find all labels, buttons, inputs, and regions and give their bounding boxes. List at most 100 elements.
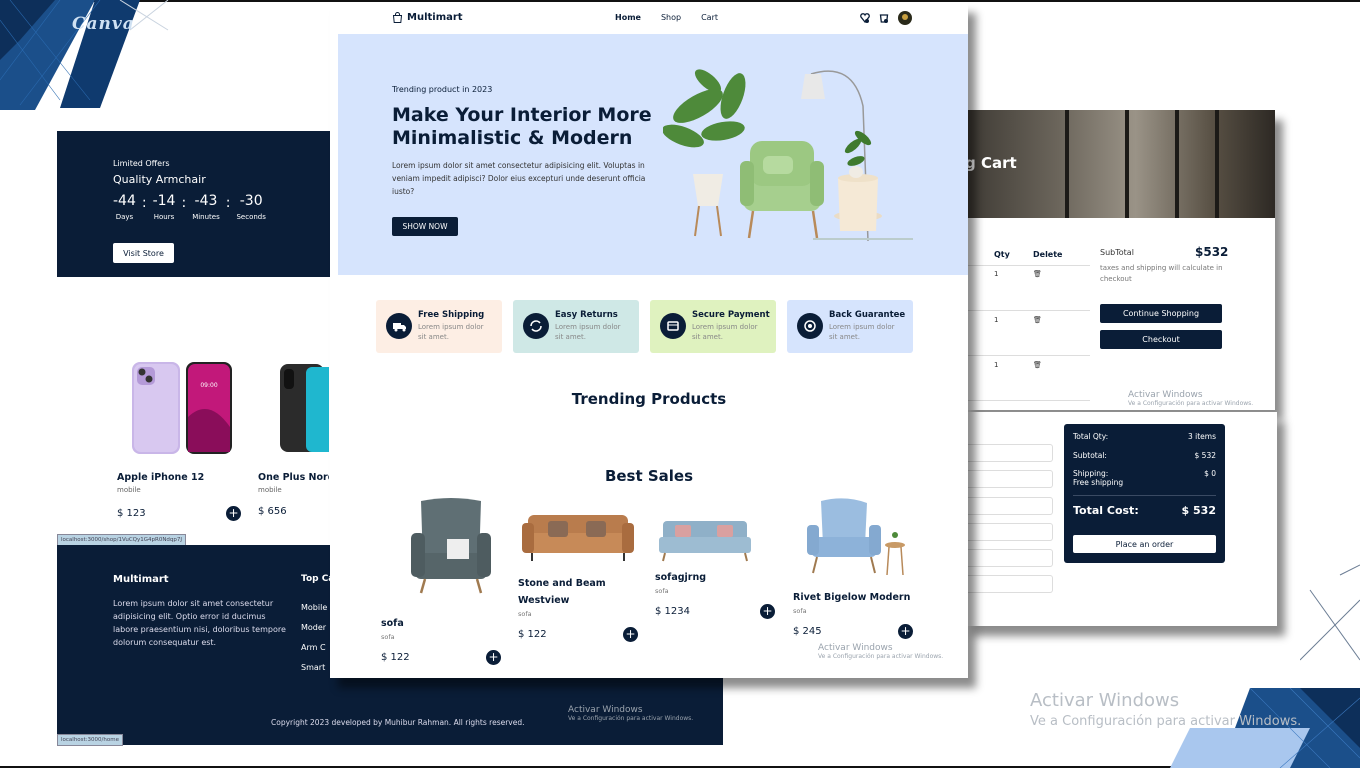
shipping-row: Shipping: Free shipping $ 0 [1073, 469, 1216, 487]
subtotal-value: $532 [1195, 245, 1229, 259]
cart-icon[interactable] [879, 12, 889, 24]
navbar-logo[interactable]: Multimart [392, 12, 463, 23]
place-order-button[interactable]: Place an order [1073, 535, 1216, 553]
avatar[interactable] [898, 11, 912, 25]
add-to-cart-button[interactable]: + [226, 506, 241, 521]
feature-title: Free Shipping [418, 310, 485, 320]
billing-input[interactable] [965, 575, 1053, 593]
product-category: sofa [655, 587, 669, 595]
product-card[interactable]: Stone and Beam Westview sofa $ 122 + [518, 503, 638, 642]
product-card[interactable]: Rivet Bigelow Modern sofa $ 245 + [793, 495, 913, 639]
row-divider [965, 265, 1090, 266]
countdown-days: -44 Days [113, 193, 136, 221]
cart-row-qty: 1 [994, 361, 999, 369]
product-card[interactable]: 09:00 Apple iPhone 12 mobile $ 123 + [117, 352, 241, 521]
trash-icon[interactable]: 🗑 [1033, 270, 1042, 278]
visit-store-button[interactable]: Visit Store [113, 243, 174, 263]
product-name: Stone and Beam Westview [518, 578, 606, 606]
rivet-chair-image [807, 498, 905, 576]
cart-panel: g Cart Qty Delete 1 🗑 1 🗑 1 🗑 SubTotal $… [965, 110, 1275, 410]
feature-card: Free Shipping Lorem ipsum dolor sit amet. [376, 300, 502, 353]
product-card[interactable]: sofagjrng sofa $ 1234 + [655, 513, 775, 619]
nav-home[interactable]: Home [615, 13, 641, 22]
multimart-home-screen: Multimart Home Shop Cart Trending produc… [330, 3, 968, 678]
refresh-icon [523, 313, 549, 339]
add-to-cart-button[interactable]: + [898, 624, 913, 639]
continue-shopping-button[interactable]: Continue Shopping [1100, 304, 1222, 323]
svg-text:09:00: 09:00 [200, 382, 217, 389]
feature-text: Lorem ipsum dolor sit amet. [692, 323, 758, 341]
banner-window-frame [1215, 110, 1219, 218]
feature-card: Easy Returns Lorem ipsum dolor sit amet. [513, 300, 639, 353]
product-category: sofa [518, 610, 532, 618]
billing-input[interactable] [965, 470, 1053, 488]
feature-card: Back Guarantee Lorem ipsum dolor sit amet… [787, 300, 913, 353]
cart-row-qty: 1 [994, 270, 999, 278]
subtotal-row: Subtotal: $ 532 [1073, 451, 1216, 460]
product-card[interactable]: One Plus Nord mobile $ 656 [258, 352, 329, 517]
guarantee-icon [797, 313, 823, 339]
product-price: $ 245 [793, 626, 822, 637]
footer-description: Lorem ipsum dolor sit amet consectetur a… [113, 599, 286, 647]
nav-links: Home Shop Cart [615, 13, 718, 22]
limited-offers-label: Limited Offers [113, 159, 170, 168]
navbar: Multimart Home Shop Cart [330, 3, 968, 34]
product-footer: $ 122 + [381, 650, 501, 665]
nav-cart[interactable]: Cart [701, 13, 718, 22]
bag-icon [392, 12, 403, 23]
billing-input[interactable] [965, 523, 1053, 541]
desktop-canvas: Canva Limited Offers Quality Armchair -4… [0, 0, 1360, 768]
footer-link[interactable]: Mobile [301, 598, 327, 618]
billing-input[interactable] [965, 497, 1053, 515]
feature-title: Secure Payment [692, 310, 770, 320]
footer-link[interactable]: Moder [301, 618, 327, 638]
nav-icons [860, 11, 912, 25]
billing-input[interactable] [965, 549, 1053, 567]
add-to-cart-button[interactable]: + [486, 650, 501, 665]
show-now-button[interactable]: SHOW NOW [392, 217, 458, 236]
phone-products-panel: 09:00 Apple iPhone 12 mobile $ 123 + One… [57, 330, 329, 542]
total-qty-row: Total Qty: 3 items [1073, 432, 1216, 441]
product-card[interactable]: sofa sofa $ 122 + [381, 493, 501, 665]
blue-sofa-image [659, 521, 751, 562]
offer-title: Quality Armchair [113, 173, 206, 186]
hero-armchair-image [663, 69, 913, 242]
product-price: $ 1234 [655, 606, 690, 617]
product-footer: $ 656 [258, 506, 329, 517]
footer-copyright: Copyright 2023 developed by Muhibur Rahm… [271, 718, 525, 727]
banner-window-frame [1175, 110, 1179, 218]
order-summary-box: Total Qty: 3 items Subtotal: $ 532 Shippin… [1064, 424, 1225, 563]
heart-icon[interactable] [860, 12, 870, 24]
footer-link[interactable]: Arm C [301, 638, 327, 658]
activate-windows-notice: Activar Windows Ve a Configuración para a… [568, 705, 694, 722]
add-to-cart-button[interactable]: + [760, 604, 775, 619]
product-category: mobile [117, 486, 141, 494]
footer-brand: Multimart [113, 574, 169, 585]
checkout-button[interactable]: Checkout [1100, 330, 1222, 349]
limited-offer-panel: Limited Offers Quality Armchair -44 Days … [57, 131, 339, 277]
product-price: $ 122 [518, 629, 547, 640]
brand-name: Multimart [407, 12, 463, 23]
secure-payment-icon [660, 313, 686, 339]
trash-icon[interactable]: 🗑 [1033, 316, 1042, 324]
trash-icon[interactable]: 🗑 [1033, 361, 1042, 369]
delete-header: Delete [1033, 250, 1063, 259]
billing-input[interactable] [965, 444, 1053, 462]
leather-sofa-image [522, 515, 634, 561]
product-price: $ 656 [258, 506, 287, 517]
footer-link[interactable]: Smart [301, 658, 327, 678]
trending-products-heading: Trending Products [571, 390, 727, 408]
product-price: $ 123 [117, 508, 146, 519]
iphone-image: 09:00 [117, 352, 241, 462]
row-divider [965, 400, 1090, 401]
best-sales-heading: Best Sales [604, 467, 694, 485]
banner-window-frame [1065, 110, 1069, 218]
product-price: $ 122 [381, 652, 410, 663]
truck-icon [386, 313, 412, 339]
product-name: sofa [381, 618, 404, 629]
product-footer: $ 122 + [518, 627, 638, 642]
activate-windows-notice: Activar Windows Ve a Configuración para … [1030, 690, 1302, 729]
add-to-cart-button[interactable]: + [623, 627, 638, 642]
nav-shop[interactable]: Shop [661, 13, 681, 22]
product-name: sofagjrng [655, 572, 707, 583]
